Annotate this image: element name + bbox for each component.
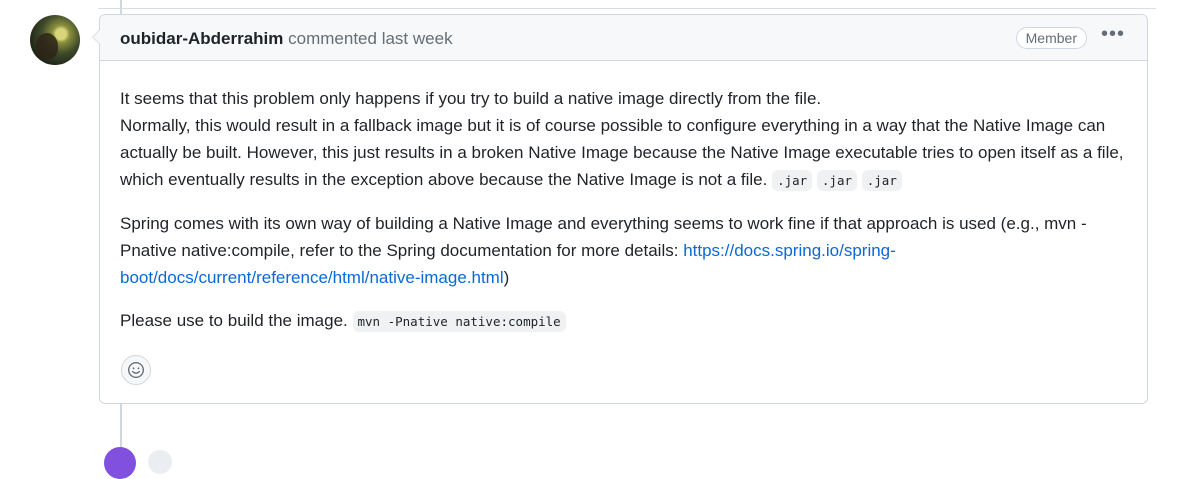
role-badge: Member <box>1015 27 1087 49</box>
comment-header-text: oubidar-Abderrahim commented last week <box>120 29 453 49</box>
next-event-icon <box>104 447 136 479</box>
comment-timestamp[interactable]: last week <box>382 29 453 48</box>
paragraph-2-end: ) <box>503 268 510 287</box>
kebab-horizontal-icon[interactable]: ••• <box>1101 24 1125 44</box>
inline-code: .jar <box>772 170 813 191</box>
comment-action: commented <box>288 29 377 48</box>
paragraph-1-line-1: It seems that this problem only happens … <box>120 89 822 108</box>
paragraph-3: Please use to build the image. mvn -Pnat… <box>120 307 1127 335</box>
comment-header: oubidar-Abderrahim commented last week M… <box>92 15 1147 61</box>
comment-caret-inner <box>93 30 100 44</box>
next-event-avatar <box>148 450 172 474</box>
paragraph-1-line-2: Normally, this would result in a fallbac… <box>120 116 1124 189</box>
inline-code: .jar <box>861 170 902 191</box>
comment-container: oubidar-Abderrahim commented last week M… <box>92 14 1148 404</box>
comment-body: It seems that this problem only happens … <box>120 85 1127 351</box>
paragraph-1: It seems that this problem only happens … <box>120 85 1127 194</box>
add-reaction-button[interactable] <box>121 355 151 385</box>
author-link[interactable]: oubidar-Abderrahim <box>120 29 283 48</box>
author-avatar[interactable] <box>30 15 80 65</box>
inline-code: .jar <box>816 170 858 191</box>
paragraph-3-text: Please use to build the image. <box>120 311 348 330</box>
paragraph-2-text: Spring comes with its own way of buildin… <box>120 214 1087 260</box>
inline-code-command: mvn -Pnative native:compile <box>352 311 566 332</box>
smiley-icon <box>128 362 144 378</box>
paragraph-2: Spring comes with its own way of buildin… <box>120 210 1127 291</box>
previous-item-border <box>98 8 1156 9</box>
